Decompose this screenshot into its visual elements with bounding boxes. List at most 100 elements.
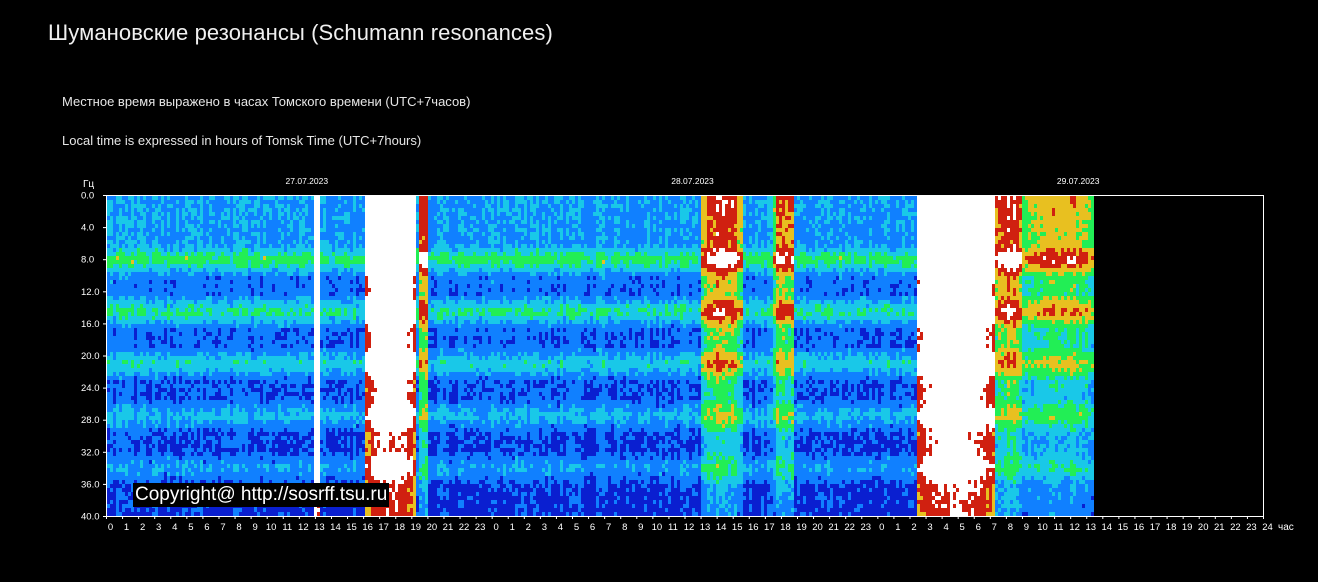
heatmap-cell — [218, 212, 221, 216]
heatmap-cell — [164, 316, 167, 320]
heatmap-cell — [128, 376, 131, 380]
heatmap-cell — [125, 272, 128, 276]
heatmap-cell — [236, 388, 239, 392]
heatmap-cell — [185, 372, 188, 376]
heatmap-cell — [284, 256, 287, 260]
heatmap-cell — [194, 384, 197, 388]
heatmap-cell — [227, 252, 230, 256]
heatmap-cell — [281, 468, 284, 472]
heatmap-cell — [266, 296, 269, 300]
heatmap-cell — [200, 292, 203, 296]
heatmap-cell — [125, 400, 128, 404]
heatmap-cell — [140, 200, 143, 204]
heatmap-cell — [206, 340, 209, 344]
heatmap-cell — [161, 444, 164, 448]
heatmap-cell — [257, 200, 260, 204]
heatmap-cell — [140, 216, 143, 220]
heatmap-cell — [176, 444, 179, 448]
heatmap-cell — [236, 384, 239, 388]
heatmap-cell — [212, 420, 215, 424]
heatmap-cell — [236, 288, 239, 292]
heatmap-cell — [248, 464, 251, 468]
heatmap-cell — [131, 384, 134, 388]
heatmap-cell — [224, 448, 227, 452]
heatmap-cell — [122, 196, 125, 200]
heatmap-cell — [263, 336, 266, 340]
heatmap-cell — [215, 332, 218, 336]
heatmap-cell — [236, 468, 239, 472]
heatmap-cell — [239, 440, 242, 444]
heatmap-cell — [182, 208, 185, 212]
heatmap-cell — [218, 248, 221, 252]
heatmap-cell — [248, 280, 251, 284]
heatmap-cell — [137, 308, 140, 312]
heatmap-cell — [146, 280, 149, 284]
heatmap-cell — [197, 392, 200, 396]
heatmap-cell — [170, 448, 173, 452]
heatmap-cell — [227, 308, 230, 312]
heatmap-cell — [110, 228, 113, 232]
heatmap-cell — [215, 296, 218, 300]
heatmap-cell — [200, 452, 203, 456]
heatmap-cell — [110, 424, 113, 428]
heatmap-cell — [155, 336, 158, 340]
heatmap-cell — [128, 312, 131, 316]
heatmap-cell — [161, 456, 164, 460]
heatmap-cell — [185, 236, 188, 240]
heatmap-cell — [203, 508, 206, 512]
heatmap-cell — [116, 508, 119, 512]
heatmap-cell — [167, 440, 170, 444]
heatmap-cell — [275, 464, 278, 468]
heatmap-cell — [215, 212, 218, 216]
heatmap-cell — [116, 260, 119, 264]
heatmap-cell — [140, 280, 143, 284]
heatmap-cell — [251, 220, 254, 224]
heatmap-cell — [272, 404, 275, 408]
heatmap-cell — [203, 448, 206, 452]
heatmap-cell — [254, 316, 257, 320]
heatmap-cell — [284, 408, 287, 412]
heatmap-cell — [215, 288, 218, 292]
heatmap-cell — [110, 508, 113, 512]
heatmap-cell — [107, 448, 110, 452]
heatmap-cell — [224, 320, 227, 324]
heatmap-cell — [128, 292, 131, 296]
heatmap-cell — [119, 392, 122, 396]
heatmap-cell — [239, 416, 242, 420]
heatmap-cell — [269, 384, 272, 388]
heatmap-cell — [200, 276, 203, 280]
heatmap-cell — [182, 284, 185, 288]
heatmap-cell — [164, 360, 167, 364]
heatmap-cell — [239, 272, 242, 276]
heatmap-cell — [287, 452, 290, 456]
heatmap-cell — [116, 448, 119, 452]
heatmap-cell — [260, 424, 263, 428]
heatmap-cell — [236, 472, 239, 476]
heatmap-cell — [236, 336, 239, 340]
heatmap-cell — [209, 284, 212, 288]
heatmap-cell — [221, 368, 224, 372]
heatmap-cell — [188, 404, 191, 408]
heatmap-cell — [191, 384, 194, 388]
heatmap-cell — [260, 328, 263, 332]
heatmap-cell — [170, 508, 173, 512]
heatmap-cell — [116, 456, 119, 460]
heatmap-cell — [173, 412, 176, 416]
heatmap-cell — [182, 412, 185, 416]
heatmap-cell — [209, 472, 212, 476]
heatmap-cell — [113, 220, 116, 224]
heatmap-cell — [185, 472, 188, 476]
heatmap-cell — [242, 392, 245, 396]
heatmap-cell — [134, 404, 137, 408]
heatmap-cell — [215, 292, 218, 296]
heatmap-cell — [179, 296, 182, 300]
heatmap-cell — [167, 256, 170, 260]
heatmap-cell — [275, 440, 278, 444]
heatmap-cell — [191, 348, 194, 352]
heatmap-cell — [215, 260, 218, 264]
heatmap-cell — [164, 200, 167, 204]
heatmap-cell — [281, 288, 284, 292]
heatmap-cell — [257, 468, 260, 472]
heatmap-cell — [152, 336, 155, 340]
heatmap-cell — [254, 424, 257, 428]
